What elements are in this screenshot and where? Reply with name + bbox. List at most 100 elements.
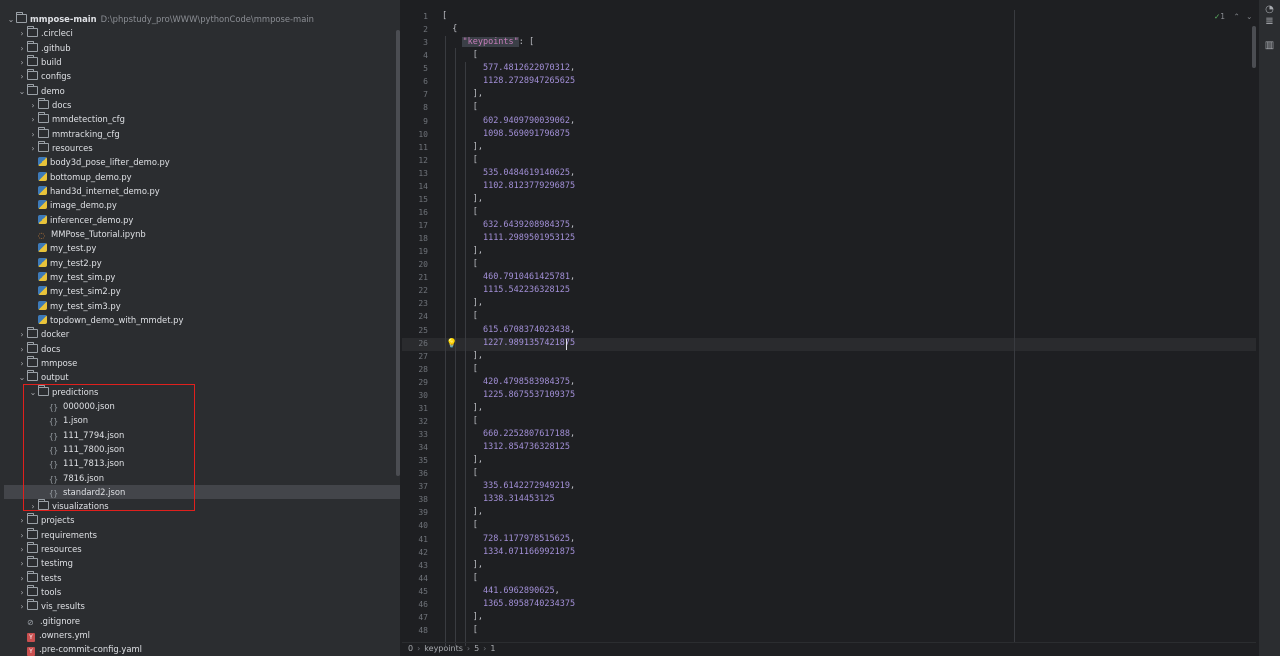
- chevron-down-icon[interactable]: ⌄: [1246, 12, 1252, 21]
- tree-item[interactable]: › docker: [0, 327, 396, 341]
- chart-icon[interactable]: ▥: [1264, 40, 1275, 51]
- tree-item[interactable]: {} standard2.json: [4, 484, 400, 500]
- tree-item[interactable]: › docs: [0, 97, 396, 112]
- code-line[interactable]: 1338.314453125: [442, 493, 1254, 506]
- code-line[interactable]: 660.2252807617188,: [442, 428, 1254, 441]
- code-line[interactable]: 420.4798583984375,: [442, 376, 1254, 389]
- code-line[interactable]: 1365.8958740234375: [442, 598, 1254, 611]
- tree-item[interactable]: › resources: [0, 140, 396, 155]
- tree-item[interactable]: {} 111_7813.json: [0, 456, 396, 470]
- code-line[interactable]: 632.6439208984375,: [442, 219, 1254, 232]
- tree-item[interactable]: {} 7816.json: [0, 471, 396, 485]
- code-line[interactable]: 1312.854736328125: [442, 441, 1254, 454]
- tree-item[interactable]: › .github: [0, 40, 396, 56]
- chevron-right-icon[interactable]: ›: [17, 586, 27, 600]
- code-line[interactable]: [: [442, 10, 1254, 23]
- chevron-down-icon[interactable]: ⌄: [17, 371, 27, 385]
- code-line[interactable]: ],: [442, 454, 1254, 467]
- tree-item[interactable]: my_test.py: [0, 241, 396, 255]
- code-line[interactable]: 728.1177978515625,: [442, 533, 1254, 546]
- tree-item[interactable]: Y .pre-commit-config.yaml: [0, 642, 396, 656]
- code-line[interactable]: ],: [442, 506, 1254, 519]
- chevron-right-icon[interactable]: ›: [17, 328, 27, 342]
- tree-item[interactable]: my_test_sim.py: [0, 270, 396, 284]
- project-scrollbar[interactable]: [396, 30, 400, 476]
- tree-item[interactable]: {} 000000.json: [0, 399, 396, 413]
- tree-item[interactable]: › build: [0, 54, 396, 69]
- tree-item[interactable]: Y .owners.yml: [0, 628, 396, 643]
- tree-item[interactable]: my_test_sim3.py: [0, 299, 396, 313]
- chevron-right-icon[interactable]: ›: [17, 343, 27, 357]
- code-line[interactable]: ],: [442, 88, 1254, 101]
- tree-item[interactable]: › mmpose: [0, 355, 396, 371]
- tree-item[interactable]: › tools: [0, 585, 396, 599]
- code-line[interactable]: 1227.9891357421875: [442, 337, 1254, 350]
- breadcrumb-item[interactable]: 0: [408, 644, 413, 653]
- tree-item[interactable]: topdown_demo_with_mmdet.py: [0, 313, 396, 327]
- tree-item[interactable]: › configs: [0, 69, 396, 83]
- code-line[interactable]: 1111.2989501953125: [442, 232, 1254, 245]
- code-line[interactable]: [: [442, 572, 1254, 585]
- lightbulb-icon[interactable]: 💡: [446, 339, 457, 349]
- code-line[interactable]: [: [442, 206, 1254, 219]
- tree-item[interactable]: ◌ MMPose_Tutorial.ipynb: [0, 227, 396, 241]
- chevron-right-icon[interactable]: ›: [17, 572, 27, 586]
- tree-item[interactable]: ⌄ mmpose-main D:\phpstudy_pro\WWW\pythonCo…: [0, 12, 396, 26]
- tree-item[interactable]: › projects: [0, 513, 396, 527]
- tree-item[interactable]: ⌄ demo: [0, 83, 396, 99]
- chevron-right-icon[interactable]: ›: [17, 357, 27, 371]
- breadcrumb-item[interactable]: keypoints: [424, 644, 463, 653]
- tree-item[interactable]: › tests: [0, 570, 396, 586]
- tree-item[interactable]: my_test2.py: [0, 256, 396, 270]
- chevron-right-icon[interactable]: ›: [17, 514, 27, 528]
- tree-item[interactable]: › requirements: [0, 527, 396, 543]
- tree-item[interactable]: {} 111_7800.json: [0, 442, 396, 456]
- chevron-right-icon[interactable]: ›: [28, 500, 38, 514]
- code-line[interactable]: 602.9409790039062,: [442, 115, 1254, 128]
- chevron-right-icon[interactable]: ›: [17, 543, 27, 557]
- chevron-right-icon[interactable]: ›: [28, 113, 38, 127]
- code-line[interactable]: [: [442, 49, 1254, 62]
- code-line[interactable]: 335.6142272949219,: [442, 480, 1254, 493]
- tree-item[interactable]: hand3d_internet_demo.py: [0, 184, 396, 198]
- code-line[interactable]: ],: [442, 141, 1254, 154]
- code-line[interactable]: 1102.8123779296875: [442, 180, 1254, 193]
- chevron-down-icon[interactable]: ⌄: [17, 85, 27, 99]
- chevron-down-icon[interactable]: ⌄: [6, 13, 16, 27]
- code-line[interactable]: {: [442, 23, 1254, 36]
- chevron-down-icon[interactable]: ⌄: [28, 386, 38, 400]
- chevron-right-icon[interactable]: ›: [17, 70, 27, 84]
- tree-item[interactable]: my_test_sim2.py: [0, 284, 396, 298]
- tree-item[interactable]: {} 111_7794.json: [0, 428, 396, 442]
- chevron-right-icon[interactable]: ›: [17, 42, 27, 56]
- code-line[interactable]: [: [442, 363, 1254, 376]
- code-line[interactable]: [: [442, 415, 1254, 428]
- code-line[interactable]: 441.6962890625,: [442, 585, 1254, 598]
- tree-item[interactable]: › mmtracking_cfg: [0, 126, 396, 142]
- tree-item[interactable]: image_demo.py: [0, 198, 396, 212]
- code-line[interactable]: "keypoints": [: [442, 36, 1254, 49]
- editor-scrollbar[interactable]: [1252, 26, 1256, 68]
- code-line[interactable]: ],: [442, 402, 1254, 415]
- code-line[interactable]: ],: [442, 350, 1254, 363]
- chevron-right-icon[interactable]: ›: [17, 529, 27, 543]
- code-line[interactable]: [: [442, 519, 1254, 532]
- code-line[interactable]: [: [442, 467, 1254, 480]
- code-line[interactable]: [: [442, 310, 1254, 323]
- tree-item[interactable]: › vis_results: [0, 599, 396, 613]
- tree-item[interactable]: › resources: [0, 542, 396, 556]
- breadcrumb-item[interactable]: 1: [490, 644, 495, 653]
- tree-item[interactable]: ⌄ predictions: [0, 384, 396, 400]
- code-line[interactable]: ],: [442, 245, 1254, 258]
- database-icon[interactable]: ≣: [1264, 16, 1275, 27]
- tree-item[interactable]: › .circleci: [0, 26, 396, 40]
- code-line[interactable]: [: [442, 258, 1254, 271]
- inspection-widget[interactable]: ✓1 ⌃ ⌄: [1214, 12, 1252, 21]
- tree-item[interactable]: bottomup_demo.py: [0, 170, 396, 184]
- chevron-right-icon[interactable]: ›: [28, 128, 38, 142]
- chevron-right-icon[interactable]: ›: [17, 27, 27, 41]
- tree-item[interactable]: inferencer_demo.py: [0, 213, 396, 227]
- chevron-right-icon[interactable]: ›: [17, 600, 27, 614]
- code-line[interactable]: 1128.2728947265625: [442, 75, 1254, 88]
- breadcrumb-item[interactable]: 5: [474, 644, 479, 653]
